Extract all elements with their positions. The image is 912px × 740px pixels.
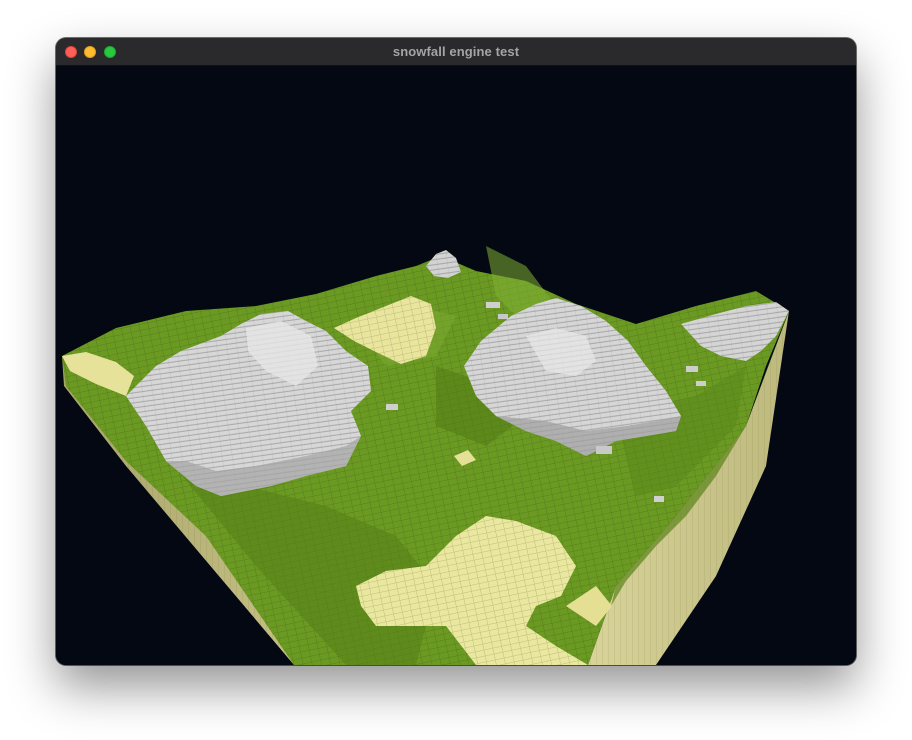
app-window: snowfall engine test: [56, 38, 856, 665]
screen: snowfall engine test: [0, 0, 912, 740]
render-viewport[interactable]: [56, 66, 856, 665]
voxel-terrain-render: [62, 246, 789, 665]
title-bar[interactable]: snowfall engine test: [56, 38, 856, 66]
window-title: snowfall engine test: [392, 44, 520, 59]
